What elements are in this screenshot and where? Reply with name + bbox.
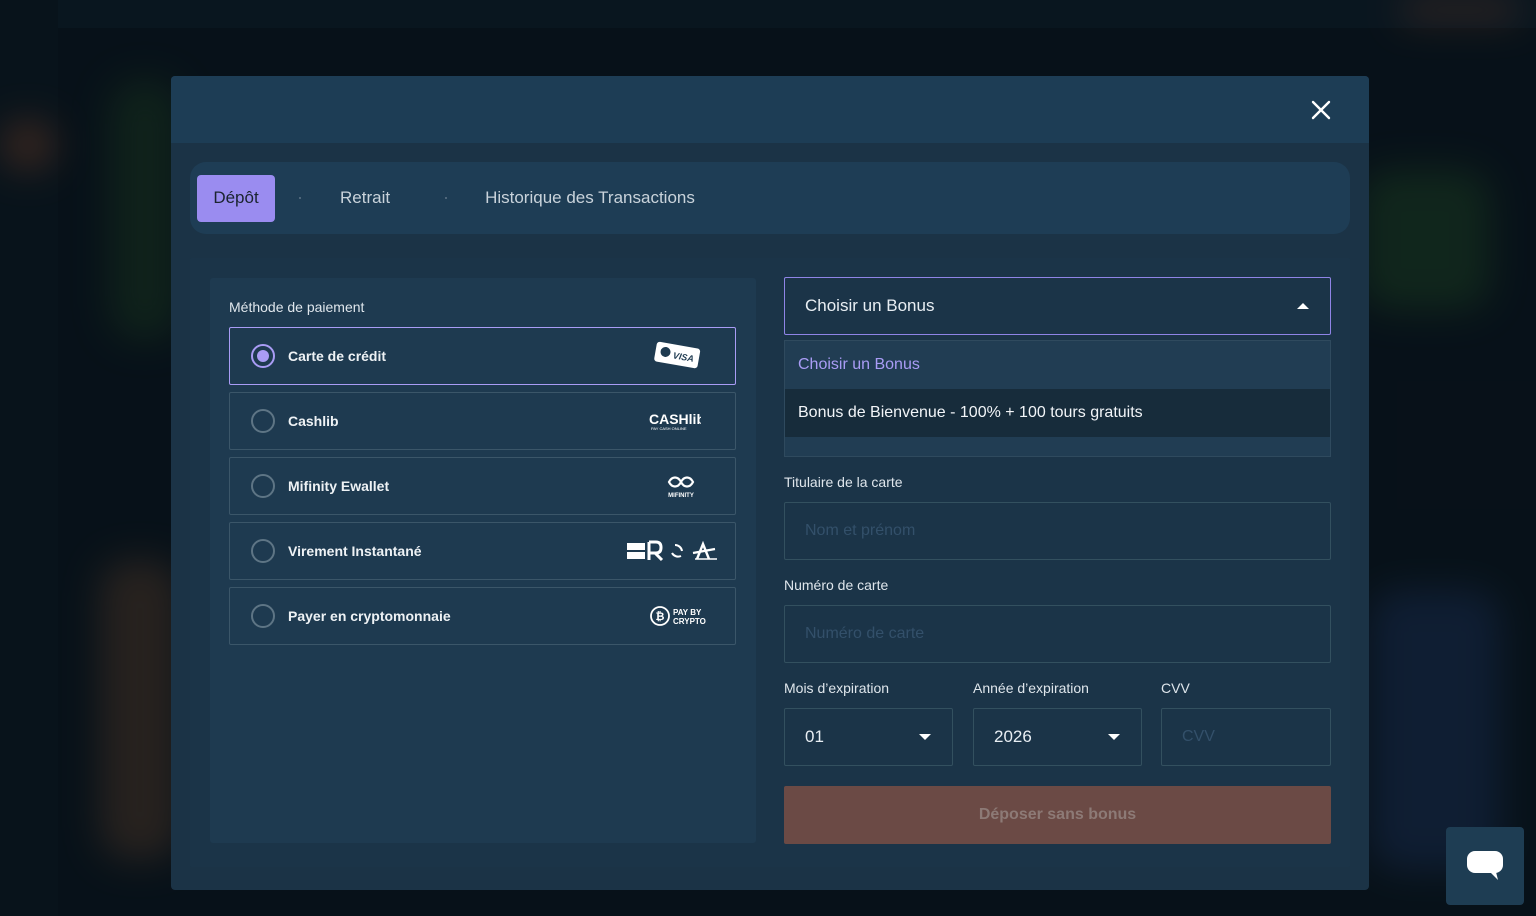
radio-button[interactable] — [251, 604, 275, 628]
radio-button[interactable] — [251, 409, 275, 433]
deposit-without-bonus-button[interactable]: Déposer sans bonus — [784, 786, 1331, 844]
expiry-year-value: 2026 — [994, 727, 1032, 746]
modal-header — [171, 76, 1369, 143]
close-button[interactable] — [1307, 96, 1335, 124]
payment-method-carte-de-credit[interactable]: Carte de crédit VISA — [229, 327, 736, 385]
payment-method-label: Carte de crédit — [288, 348, 387, 364]
radio-button[interactable] — [251, 344, 275, 368]
payment-method-cashlib[interactable]: Cashlib CASHlib PAY CASH ONLINE — [229, 392, 736, 450]
card-holder-field[interactable] — [784, 502, 1331, 560]
expiry-month-label: Mois d’expiration — [784, 680, 890, 696]
tab-separator — [445, 197, 448, 199]
cashlib-logo-subtext: PAY CASH ONLINE — [651, 426, 687, 431]
visa-card-icon: VISA — [653, 341, 701, 371]
tab-separator — [299, 197, 301, 199]
payment-methods-panel: Méthode de paiement Carte de crédit VISA — [210, 278, 756, 843]
expiry-month-select[interactable]: 01 — [784, 708, 953, 766]
caret-down-icon — [919, 734, 931, 740]
payment-method-crypto[interactable]: Payer en cryptomonnaie ₿ PAY BY CRYPTO — [229, 587, 736, 645]
tab-retrait[interactable]: Retrait — [325, 175, 405, 222]
crypto-logo-text: CRYPTO — [673, 617, 706, 626]
payment-method-label: Cashlib — [288, 413, 339, 429]
bonus-option-bienvenue[interactable]: Bonus de Bienvenue - 100% + 100 tours gr… — [785, 389, 1330, 437]
payment-method-label: Virement Instantané — [288, 543, 422, 559]
cvv-input[interactable] — [1182, 728, 1310, 746]
cvv-label: CVV — [1161, 680, 1190, 696]
chat-button[interactable] — [1446, 827, 1524, 905]
card-holder-label: Titulaire de la carte — [784, 474, 903, 490]
payment-method-label: Mifinity Ewallet — [288, 478, 390, 494]
card-holder-input[interactable] — [805, 522, 1310, 540]
svg-text:₿: ₿ — [656, 611, 665, 623]
payment-methods-title: Méthode de paiement — [229, 299, 365, 315]
card-number-field[interactable] — [784, 605, 1331, 663]
payby-logo-text: PAY BY — [673, 608, 702, 617]
payment-modal: Dépôt Retrait Historique des Transaction… — [171, 76, 1369, 890]
deposit-content: Méthode de paiement Carte de crédit VISA — [190, 258, 1350, 867]
caret-up-icon — [1297, 303, 1309, 309]
card-number-input[interactable] — [805, 625, 1310, 643]
instant-transfer-logos — [625, 539, 719, 563]
radio-button[interactable] — [251, 474, 275, 498]
bonus-dropdown: Choisir un Bonus Bonus de Bienvenue - 10… — [784, 340, 1331, 457]
tab-bar: Dépôt Retrait Historique des Transaction… — [190, 162, 1350, 234]
card-number-label: Numéro de carte — [784, 577, 889, 593]
expiry-year-label: Année d’expiration — [973, 680, 1089, 696]
bonus-option-placeholder[interactable]: Choisir un Bonus — [785, 341, 1330, 389]
payment-method-mifinity[interactable]: Mifinity Ewallet MIFINITY — [229, 457, 736, 515]
cashlib-logo: CASHlib PAY CASH ONLINE — [649, 410, 701, 432]
cashlib-logo-text: CASHlib — [649, 411, 701, 427]
radio-button[interactable] — [251, 539, 275, 563]
caret-down-icon — [1108, 734, 1120, 740]
close-icon — [1311, 100, 1331, 120]
mifinity-logo: MIFINITY — [661, 473, 701, 499]
pay-by-crypto-logo: ₿ PAY BY CRYPTO — [649, 603, 711, 629]
tab-depot[interactable]: Dépôt — [197, 174, 275, 222]
radio-selected-dot — [257, 350, 269, 362]
bonus-select[interactable]: Choisir un Bonus — [784, 277, 1331, 335]
cvv-field[interactable] — [1161, 708, 1331, 766]
mifinity-logo-text: MIFINITY — [668, 493, 694, 499]
bonus-select-value: Choisir un Bonus — [805, 296, 935, 315]
payment-method-virement-instantane[interactable]: Virement Instantané — [229, 522, 736, 580]
tab-historique[interactable]: Historique des Transactions — [485, 175, 695, 222]
payment-method-label: Payer en cryptomonnaie — [288, 608, 451, 624]
expiry-year-select[interactable]: 2026 — [973, 708, 1142, 766]
expiry-month-value: 01 — [805, 727, 824, 746]
chat-bubble-icon — [1467, 851, 1503, 880]
